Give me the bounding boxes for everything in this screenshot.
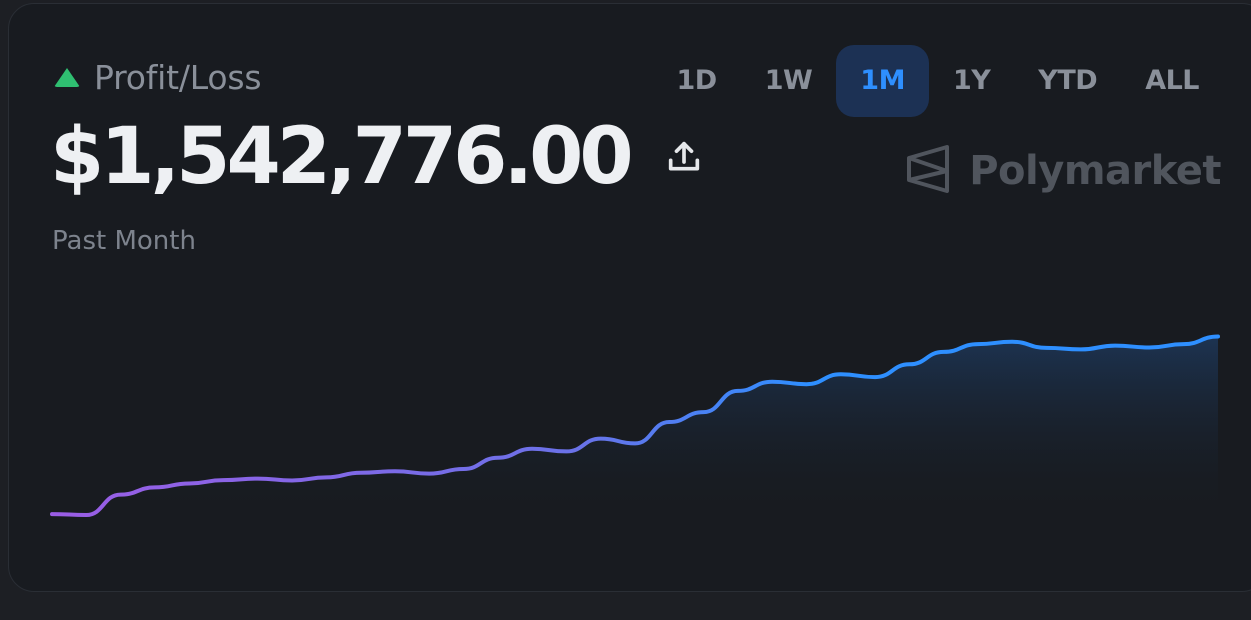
tab-1y[interactable]: 1Y — [929, 45, 1014, 117]
triangle-up-icon — [54, 68, 80, 87]
profit-loss-header: Profit/Loss — [54, 58, 262, 97]
period-label: Past Month — [52, 226, 196, 256]
amount-row: $1,542,776.00 — [50, 118, 704, 196]
polymarket-logo-icon — [905, 143, 951, 199]
profit-loss-label: Profit/Loss — [94, 58, 262, 97]
profit-loss-amount: $1,542,776.00 — [50, 112, 634, 202]
tab-ytd[interactable]: YTD — [1014, 45, 1121, 117]
brand-name: Polymarket — [969, 148, 1221, 194]
share-icon[interactable] — [664, 137, 704, 177]
time-range-tabs: 1D 1W 1M 1Y YTD ALL — [653, 45, 1223, 117]
tab-1d[interactable]: 1D — [653, 45, 741, 117]
tab-1m[interactable]: 1M — [836, 45, 929, 117]
tab-1w[interactable]: 1W — [741, 45, 837, 117]
polymarket-brand: Polymarket — [905, 143, 1221, 199]
tab-all[interactable]: ALL — [1121, 45, 1223, 117]
